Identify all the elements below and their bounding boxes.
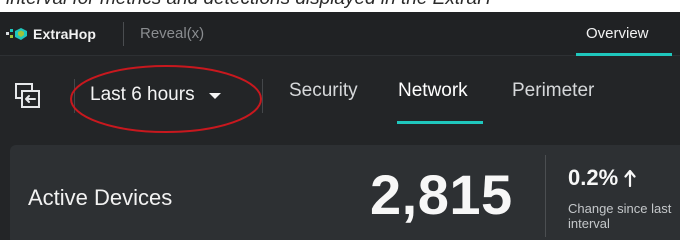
metric-title: Active Devices <box>28 185 173 210</box>
active-tab-indicator <box>576 53 672 56</box>
top-bar: ExtraHop Reveal(x) Overview <box>0 12 680 56</box>
caption-text: interval for metrics and detections disp… <box>0 0 680 12</box>
tab-network[interactable]: Network <box>398 80 468 102</box>
card-divider <box>545 155 546 237</box>
active-devices-card[interactable]: Active Devices 2,815 0.2% Change since l… <box>10 145 680 240</box>
time-range-selector[interactable]: Last 6 hours <box>90 77 221 113</box>
app-window: ExtraHop Reveal(x) Overview Last 6 hours… <box>0 12 680 240</box>
brand[interactable]: ExtraHop <box>6 23 96 45</box>
change-indicator: 0.2% <box>568 165 636 191</box>
metric-value: 2,815 <box>370 163 513 226</box>
tab-security[interactable]: Security <box>289 80 358 102</box>
active-tab-indicator <box>397 121 483 124</box>
change-percent: 0.2% <box>568 165 619 190</box>
tab-perimeter[interactable]: Perimeter <box>512 80 594 102</box>
sub-navigation: Last 6 hours Security Network Perimeter <box>0 57 680 139</box>
time-divider <box>262 79 263 113</box>
change-caption: Change since last interval <box>568 201 672 231</box>
time-range-label: Last 6 hours <box>90 84 195 105</box>
tab-overview-label: Overview <box>586 25 649 42</box>
tab-overview[interactable]: Overview <box>568 12 680 56</box>
chevron-down-icon <box>208 93 221 99</box>
dashboard-switch-icon[interactable] <box>15 83 41 109</box>
arrow-up-icon <box>624 169 636 187</box>
subnav-divider <box>74 79 75 113</box>
brand-name: ExtraHop <box>33 26 97 42</box>
extrahop-logo-icon <box>6 28 27 40</box>
product-name: Reveal(x) <box>140 25 205 42</box>
brand-divider <box>123 22 124 46</box>
